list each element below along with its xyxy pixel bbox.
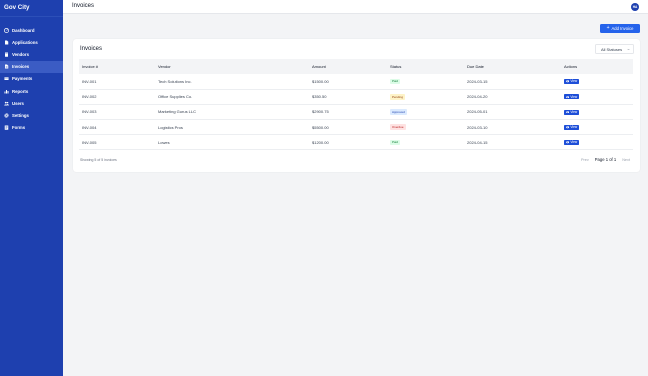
table-row: INV-005 Lowes $1200.00 Paid 2024-04-15 V… xyxy=(79,135,633,150)
view-button[interactable]: View xyxy=(564,124,580,130)
view-button[interactable]: View xyxy=(564,109,580,115)
view-label: View xyxy=(570,110,578,115)
sidebar-item-label: Dashboard xyxy=(12,27,35,33)
invoice-amount: $1200.00 xyxy=(312,139,329,145)
status-badge: Paid xyxy=(390,139,401,146)
column-header: Amount xyxy=(312,64,326,69)
view-button[interactable]: View xyxy=(564,139,580,145)
column-header: Actions xyxy=(564,64,578,69)
due-date: 2024-05-01 xyxy=(467,109,488,115)
view-button[interactable]: View xyxy=(564,94,580,100)
vendor-name: Logistics Pros xyxy=(158,124,183,130)
vendor-name: Tech Solutions Inc. xyxy=(158,78,192,84)
view-button[interactable]: View xyxy=(564,78,580,84)
sidebar-item-forms[interactable]: Forms xyxy=(0,122,63,134)
building-icon xyxy=(4,52,9,57)
gear-icon xyxy=(4,113,9,118)
invoices-table: Invoice # Vendor Amount Status Due Date … xyxy=(79,59,633,150)
due-date: 2024-03-10 xyxy=(467,124,488,130)
invoice-amount: $350.50 xyxy=(312,94,327,100)
top-bar: Invoices HA xyxy=(63,0,648,14)
vendor-name: Marketing Gurus LLC xyxy=(158,109,197,115)
vendor-name: Office Supplies Co. xyxy=(158,94,193,100)
prev-page-button[interactable]: Prev xyxy=(581,158,589,162)
sidebar-item-label: Settings xyxy=(12,112,29,118)
sidebar-item-label: Applications xyxy=(12,39,38,45)
dashboard-icon xyxy=(4,27,9,33)
add-invoice-button[interactable]: + Add Invoice xyxy=(600,24,640,33)
due-date: 2024-03-15 xyxy=(467,78,488,84)
sidebar-item-dashboard[interactable]: Dashboard xyxy=(0,24,63,36)
invoices-card: Invoices All Statuses Invoice # Vendor A… xyxy=(73,39,640,172)
sidebar-item-vendors[interactable]: Vendors xyxy=(0,48,63,60)
sidebar-item-label: Payments xyxy=(12,76,33,82)
eye-icon xyxy=(565,141,570,144)
view-label: View xyxy=(570,79,578,84)
status-badge: Paid xyxy=(390,78,401,85)
page-indicator: Page 1 of 1 xyxy=(594,157,617,162)
status-badge: Pending xyxy=(390,94,406,100)
table-row: INV-002 Office Supplies Co. $350.50 Pend… xyxy=(79,89,633,105)
sidebar-item-invoices[interactable]: Invoices xyxy=(0,60,63,73)
sidebar-item-label: Invoices xyxy=(12,64,30,70)
column-header: Due Date xyxy=(467,64,484,69)
invoice-number: INV-001 xyxy=(82,78,97,84)
sidebar: Gov City Dashboard Applications Vendors … xyxy=(0,0,63,376)
table-row: INV-004 Logistics Pros $5500.00 Overdue … xyxy=(79,120,633,135)
sidebar-item-settings[interactable]: Settings xyxy=(0,109,63,121)
invoice-number: INV-004 xyxy=(82,124,97,130)
table-row: INV-001 Tech Solutions Inc. $1500.00 Pai… xyxy=(79,74,633,90)
eye-icon xyxy=(565,111,570,114)
invoice-number: INV-003 xyxy=(82,109,97,115)
status-filter-value: All Statuses xyxy=(601,46,623,52)
brand-title: Gov City xyxy=(0,0,63,17)
invoice-number: INV-005 xyxy=(82,139,97,145)
sidebar-item-reports[interactable]: Reports xyxy=(0,85,63,97)
invoice-icon xyxy=(4,64,9,69)
invoice-amount: $5500.00 xyxy=(312,124,329,130)
table-header-row: Invoice # Vendor Amount Status Due Date … xyxy=(79,59,633,74)
sidebar-item-label: Vendors xyxy=(12,51,29,57)
table-row: INV-003 Marketing Gurus LLC $2900.75 App… xyxy=(79,104,633,120)
status-filter-select[interactable]: All Statuses xyxy=(595,44,634,54)
chevron-down-icon xyxy=(627,48,630,50)
plus-icon: + xyxy=(606,25,610,31)
document-icon xyxy=(4,40,9,45)
eye-icon xyxy=(565,95,570,98)
view-label: View xyxy=(570,125,578,130)
sidebar-nav: Dashboard Applications Vendors Invoices … xyxy=(0,24,63,134)
credit-card-icon xyxy=(4,76,9,81)
chart-icon xyxy=(4,89,9,94)
invoice-number: INV-002 xyxy=(82,94,97,100)
sidebar-item-payments[interactable]: Payments xyxy=(0,73,63,85)
column-header: Invoice # xyxy=(82,64,99,69)
status-badge: Overdue xyxy=(390,124,406,131)
avatar[interactable]: HA xyxy=(631,3,639,11)
sidebar-item-users[interactable]: Users xyxy=(0,97,63,109)
invoice-amount: $1500.00 xyxy=(312,78,329,84)
invoice-amount: $2900.75 xyxy=(312,109,329,115)
column-header: Vendor xyxy=(158,64,171,69)
card-title: Invoices xyxy=(80,46,103,52)
status-badge: Approved xyxy=(390,109,407,115)
next-page-button[interactable]: Next xyxy=(622,158,630,162)
eye-icon xyxy=(565,80,570,83)
vendor-name: Lowes xyxy=(158,139,170,145)
view-label: View xyxy=(570,140,578,145)
add-invoice-label: Add Invoice xyxy=(611,26,634,31)
forms-icon xyxy=(4,125,9,130)
sidebar-item-label: Forms xyxy=(12,125,26,131)
users-icon xyxy=(4,101,9,106)
view-label: View xyxy=(570,94,578,99)
sidebar-item-label: Reports xyxy=(12,88,29,94)
due-date: 2024-04-15 xyxy=(467,139,488,145)
sidebar-item-applications[interactable]: Applications xyxy=(0,36,63,48)
eye-icon xyxy=(565,126,570,129)
due-date: 2024-04-20 xyxy=(467,94,488,100)
pagination: Prev Page 1 of 1 Next xyxy=(581,157,630,162)
sidebar-item-label: Users xyxy=(12,100,24,106)
showing-count: Showing 5 of 5 invoices xyxy=(80,158,117,162)
page-title: Invoices xyxy=(72,3,95,9)
column-header: Status xyxy=(390,64,402,69)
